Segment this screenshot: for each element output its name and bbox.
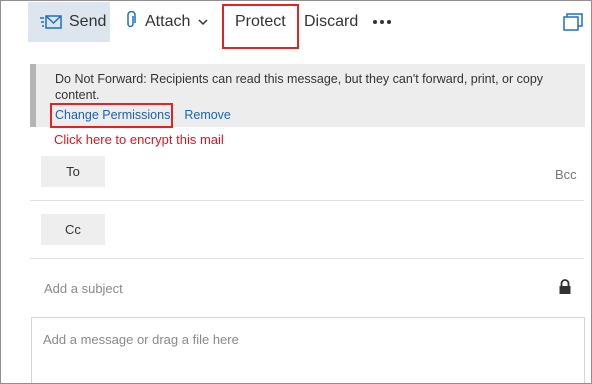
- compose-window: Send Attach Protect Discard Do Not Forwa…: [0, 0, 592, 384]
- encrypt-annotation: Click here to encrypt this mail: [54, 132, 224, 147]
- subject-input[interactable]: Add a subject: [44, 281, 123, 296]
- discard-label: Discard: [304, 13, 359, 30]
- chevron-down-icon[interactable]: [198, 13, 208, 31]
- protect-highlight-box: [222, 4, 299, 49]
- bcc-link[interactable]: Bcc: [555, 167, 577, 182]
- cc-label: Cc: [65, 222, 81, 237]
- to-label: To: [66, 164, 80, 179]
- cc-button[interactable]: Cc: [41, 214, 105, 245]
- paperclip-icon: [125, 10, 137, 34]
- cc-divider: [30, 258, 584, 259]
- send-button[interactable]: Send: [28, 2, 110, 42]
- protection-message: Do Not Forward: Recipients can read this…: [55, 72, 544, 102]
- popout-window-icon[interactable]: [563, 13, 583, 36]
- more-ellipsis-icon[interactable]: [373, 2, 391, 42]
- to-divider: [30, 200, 584, 201]
- to-button[interactable]: To: [41, 156, 105, 187]
- attach-button[interactable]: Attach: [125, 2, 208, 42]
- lock-icon: [558, 279, 572, 300]
- attach-label: Attach: [145, 13, 191, 30]
- send-label: Send: [69, 13, 107, 30]
- message-body-input[interactable]: Add a message or drag a file here: [31, 317, 585, 383]
- remove-link[interactable]: Remove: [184, 107, 231, 123]
- discard-button[interactable]: Discard: [304, 2, 358, 42]
- change-permissions-highlight-box: [50, 103, 173, 128]
- send-envelope-icon: [40, 14, 62, 30]
- message-body-placeholder: Add a message or drag a file here: [43, 332, 239, 347]
